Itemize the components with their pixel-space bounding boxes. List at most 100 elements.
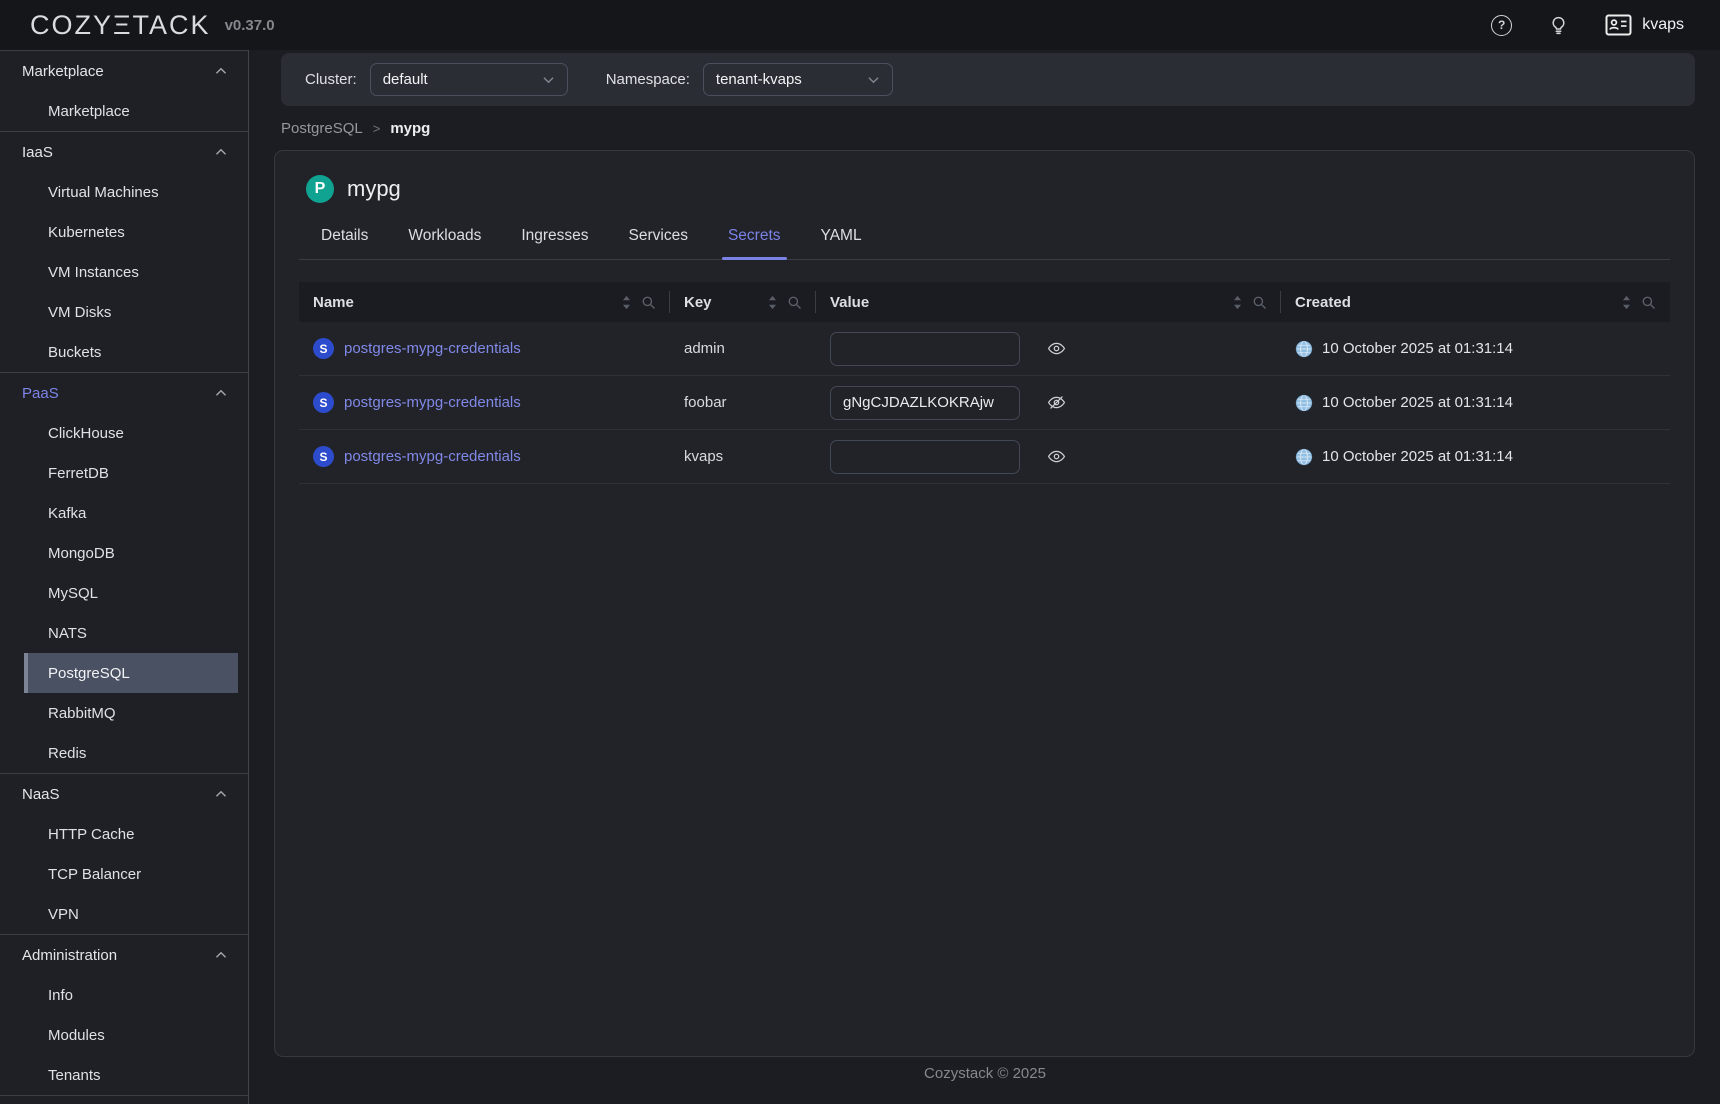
secret-key-cell: foobar	[670, 394, 816, 411]
globe-icon	[1295, 394, 1313, 412]
toggle-value-visibility-button[interactable]	[1047, 393, 1066, 412]
tab-ingresses[interactable]: Ingresses	[515, 227, 594, 259]
sidebar-item-vm-instances[interactable]: VM Instances	[24, 252, 238, 292]
sort-icon[interactable]	[1233, 295, 1242, 310]
app-version: v0.37.0	[225, 17, 275, 34]
sidebar-item-mysql[interactable]: MySQL	[24, 573, 238, 613]
sidebar-item-info[interactable]: Info	[24, 975, 238, 1015]
tab-services[interactable]: Services	[623, 227, 694, 259]
namespace-label: Namespace:	[606, 71, 690, 88]
resource-avatar: P	[306, 175, 334, 203]
breadcrumb-parent-link[interactable]: PostgreSQL	[281, 120, 363, 137]
help-button[interactable]: ?	[1491, 15, 1512, 36]
sidebar-section-title: IaaS	[22, 144, 53, 161]
column-header-key: Key	[670, 282, 816, 322]
sidebar-section-header-paas[interactable]: PaaS	[0, 373, 248, 413]
toggle-value-visibility-button[interactable]	[1047, 447, 1066, 466]
tab-workloads[interactable]: Workloads	[402, 227, 487, 259]
toggle-value-visibility-button[interactable]	[1047, 339, 1066, 358]
secret-row: S postgres-mypg-credentials kvaps 10 Oct…	[299, 430, 1670, 484]
sidebar-item-buckets[interactable]: Buckets	[24, 332, 238, 372]
sidebar-item-tcp-balancer[interactable]: TCP Balancer	[24, 854, 238, 894]
breadcrumb-current: mypg	[390, 120, 430, 137]
sidebar-section-header-naas[interactable]: NaaS	[0, 774, 248, 814]
chevron-down-icon	[867, 75, 880, 85]
sidebar-item-postgresql[interactable]: PostgreSQL	[24, 653, 238, 693]
secret-created-cell: 10 October 2025 at 01:31:14	[1281, 340, 1670, 358]
user-menu[interactable]: kvaps	[1605, 14, 1684, 36]
resource-title: mypg	[347, 176, 401, 202]
eye-icon	[1047, 339, 1066, 358]
secret-name-link[interactable]: postgres-mypg-credentials	[344, 394, 521, 411]
sidebar-section-header-administration[interactable]: Administration	[0, 935, 248, 975]
secret-badge-icon: S	[313, 392, 334, 413]
sidebar-item-redis[interactable]: Redis	[24, 733, 238, 773]
created-timestamp: 10 October 2025 at 01:31:14	[1322, 448, 1513, 465]
sidebar-item-modules[interactable]: Modules	[24, 1015, 238, 1055]
sidebar-section-naas: NaaSHTTP CacheTCP BalancerVPN	[0, 773, 248, 934]
help-icon: ?	[1491, 15, 1512, 36]
sidebar-item-vm-disks[interactable]: VM Disks	[24, 292, 238, 332]
sidebar-item-vpn[interactable]: VPN	[24, 894, 238, 934]
sort-icon[interactable]	[768, 295, 777, 310]
column-search-button[interactable]	[641, 295, 656, 310]
cluster-select-value: default	[383, 71, 428, 88]
sidebar-divider	[0, 1095, 248, 1096]
sidebar-item-kubernetes[interactable]: Kubernetes	[24, 212, 238, 252]
sidebar-item-kafka[interactable]: Kafka	[24, 493, 238, 533]
resource-header: P mypg	[299, 151, 1670, 203]
chevron-down-icon	[542, 75, 555, 85]
secret-name-link[interactable]: postgres-mypg-credentials	[344, 340, 521, 357]
sidebar-item-nats[interactable]: NATS	[24, 613, 238, 653]
cluster-select[interactable]: default	[370, 63, 568, 96]
cluster-label: Cluster:	[305, 71, 357, 88]
secret-value-cell	[816, 386, 1281, 420]
secret-created-cell: 10 October 2025 at 01:31:14	[1281, 394, 1670, 412]
secret-key-cell: kvaps	[670, 448, 816, 465]
sidebar-item-marketplace[interactable]: Marketplace	[24, 91, 238, 131]
lightbulb-icon	[1548, 15, 1569, 36]
secret-key-label: foobar	[684, 394, 727, 411]
resource-card: P mypg Details Workloads Ingresses Services…	[274, 150, 1695, 1057]
secret-badge-icon: S	[313, 446, 334, 467]
sidebar-item-rabbitmq[interactable]: RabbitMQ	[24, 693, 238, 733]
theme-toggle-button[interactable]	[1548, 15, 1569, 36]
secret-name-cell: S postgres-mypg-credentials	[299, 446, 670, 467]
sidebar-item-clickhouse[interactable]: ClickHouse	[24, 413, 238, 453]
sort-icon[interactable]	[1622, 295, 1631, 310]
created-timestamp: 10 October 2025 at 01:31:14	[1322, 394, 1513, 411]
secret-name-link[interactable]: postgres-mypg-credentials	[344, 448, 521, 465]
chevron-up-icon	[214, 147, 228, 157]
secret-value-input[interactable]	[830, 332, 1020, 366]
column-search-button[interactable]	[787, 295, 802, 310]
sidebar-nav: MarketplaceMarketplace IaaS Virtual Machin…	[0, 50, 249, 1104]
sidebar-item-http-cache[interactable]: HTTP Cache	[24, 814, 238, 854]
sidebar-item-mongodb[interactable]: MongoDB	[24, 533, 238, 573]
secret-row: S postgres-mypg-credentials foobar 10 Oc…	[299, 376, 1670, 430]
sidebar-item-tenants[interactable]: Tenants	[24, 1055, 238, 1095]
resource-tabs: Details Workloads Ingresses Services Secrets…	[299, 227, 1670, 260]
sidebar-section-header-iaas[interactable]: IaaS	[0, 132, 248, 172]
sidebar-section-title: PaaS	[22, 385, 59, 402]
tab-yaml[interactable]: YAML	[815, 227, 868, 259]
main-content: Cluster: default Namespace: tenant-kvaps…	[250, 50, 1720, 1104]
sidebar-item-ferretdb[interactable]: FerretDB	[24, 453, 238, 493]
secret-name-cell: S postgres-mypg-credentials	[299, 392, 670, 413]
secret-value-cell	[816, 332, 1281, 366]
sidebar-section-iaas: IaaS Virtual MachinesKubernetesVM Instanc…	[0, 131, 248, 372]
sidebar-section-marketplace: MarketplaceMarketplace	[0, 50, 248, 131]
secret-value-input[interactable]	[830, 440, 1020, 474]
sort-icon[interactable]	[622, 295, 631, 310]
secrets-table-header: Name Key	[299, 282, 1670, 322]
chevron-up-icon	[214, 789, 228, 799]
tab-secrets[interactable]: Secrets	[722, 227, 787, 259]
chevron-up-icon	[214, 66, 228, 76]
tab-details[interactable]: Details	[315, 227, 374, 259]
secret-value-input[interactable]	[830, 386, 1020, 420]
sidebar-item-virtual-machines[interactable]: Virtual Machines	[24, 172, 238, 212]
namespace-select[interactable]: tenant-kvaps	[703, 63, 893, 96]
sidebar-section-header-marketplace[interactable]: Marketplace	[0, 51, 248, 91]
column-search-button[interactable]	[1252, 295, 1267, 310]
column-search-button[interactable]	[1641, 295, 1656, 310]
secret-key-label: admin	[684, 340, 725, 357]
